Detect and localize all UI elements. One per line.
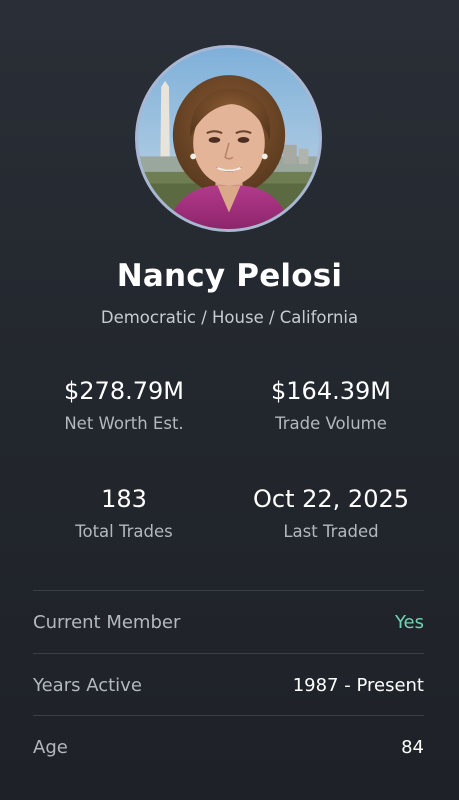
profile-affiliation: Democratic / House / California: [100, 308, 359, 327]
stat-value: 183: [101, 485, 147, 513]
detail-label: Current Member: [33, 611, 181, 633]
detail-label: Age: [33, 736, 68, 758]
stat-value: Oct 22, 2025: [253, 485, 409, 513]
profile-name: Nancy Pelosi: [116, 258, 343, 294]
detail-row-current-member: Current Member Yes: [33, 591, 424, 653]
detail-row-age: Age 84: [33, 716, 424, 778]
stat-net-worth: $278.79M Net Worth Est.: [24, 376, 224, 434]
stat-trade-volume: $164.39M Trade Volume: [231, 376, 431, 434]
detail-row-years-active: Years Active 1987 - Present: [33, 654, 424, 716]
stat-total-trades: 183 Total Trades: [24, 484, 224, 542]
politician-profile-card: Nancy Pelosi Democratic / House / Califo…: [0, 0, 459, 800]
stat-last-traded: Oct 22, 2025 Last Traded: [231, 484, 431, 542]
avatar: [135, 45, 322, 232]
stat-value: $278.79M: [64, 377, 184, 405]
detail-value: 84: [401, 736, 424, 758]
stat-label: Last Traded: [283, 522, 379, 541]
stat-value: $164.39M: [271, 377, 391, 405]
stat-label: Total Trades: [75, 522, 173, 541]
detail-label: Years Active: [33, 674, 142, 696]
detail-value: Yes: [394, 611, 424, 633]
portrait-photo-icon: [138, 48, 319, 229]
stat-label: Trade Volume: [275, 414, 387, 433]
stat-label: Net Worth Est.: [64, 414, 184, 433]
detail-value: 1987 - Present: [292, 674, 424, 696]
